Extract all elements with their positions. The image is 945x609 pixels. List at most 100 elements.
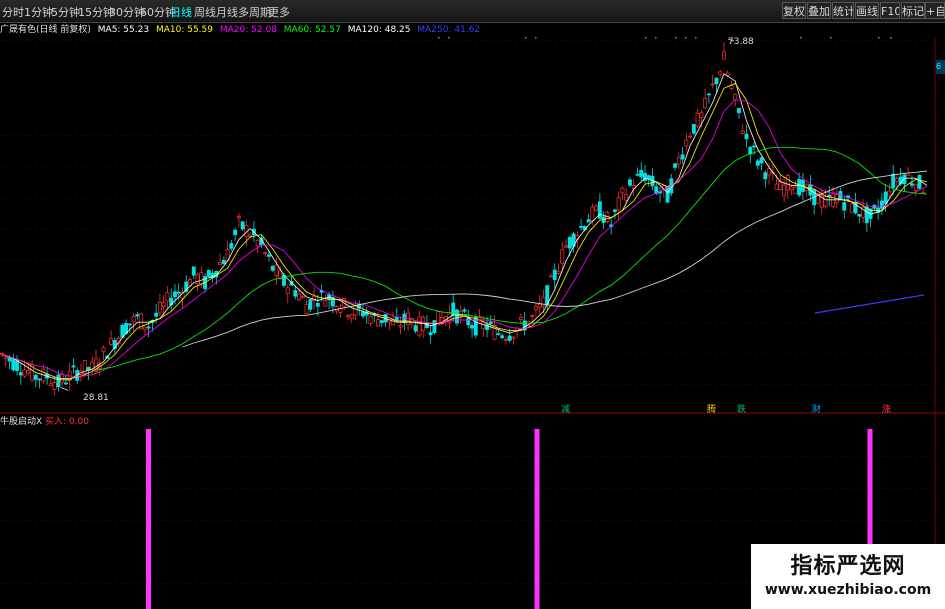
candle-body <box>56 374 61 388</box>
candle-body <box>616 197 621 211</box>
candle-body <box>894 178 899 182</box>
candle-body <box>263 252 268 254</box>
signal-label: 减 <box>561 405 571 415</box>
tab-multi-period[interactable]: 多周期 <box>238 4 271 20</box>
ma-legend: 广晟有色(日线 前复权) MA5: 55.23 MA10: 55.59 MA20… <box>0 23 484 37</box>
candle-body <box>857 214 862 217</box>
candle-body <box>537 303 542 308</box>
buy-signal-bar <box>534 429 540 609</box>
indicator-name[interactable]: 牛股启动X <box>0 417 42 427</box>
candle-body <box>300 296 305 299</box>
candle-body <box>759 157 764 164</box>
candle-body <box>255 239 260 247</box>
candle-body <box>518 316 523 320</box>
candle-body <box>797 179 802 196</box>
candle-body <box>3 356 8 359</box>
ma120-label: MA120: 48.25 <box>347 25 411 35</box>
candle-body <box>297 293 302 300</box>
candle-body <box>910 183 914 186</box>
add-watchlist-button[interactable]: +自选 <box>925 2 945 19</box>
tab-more[interactable]: 更多 <box>268 4 290 20</box>
candle-body <box>883 191 888 204</box>
candle-body <box>308 299 313 310</box>
signal-dot <box>438 37 440 39</box>
kline-chart[interactable] <box>0 37 945 609</box>
signal-dot <box>890 37 892 39</box>
candle-body <box>161 302 166 307</box>
candle-body <box>33 374 38 380</box>
signal-dot <box>830 37 832 39</box>
candle-body <box>221 260 226 265</box>
ma5-line <box>1 73 928 381</box>
candle-body <box>165 292 170 302</box>
candle-body <box>304 304 309 314</box>
adjust-button[interactable]: 复权 <box>782 2 806 19</box>
candle-body <box>173 291 177 297</box>
candle-body <box>567 237 572 249</box>
candle-body <box>199 272 204 285</box>
candle-body <box>793 186 798 194</box>
candle-body <box>913 184 918 192</box>
candle-body <box>842 202 847 211</box>
candle-body <box>470 325 474 329</box>
stock-name[interactable]: 广晟有色(日线 前复权) <box>0 25 91 35</box>
candle-body <box>718 71 723 75</box>
candle-body <box>417 316 422 336</box>
candle-body <box>706 93 711 96</box>
candle-body <box>432 320 437 333</box>
candle-body <box>763 172 768 180</box>
candle-body <box>733 94 738 101</box>
candle-body <box>142 326 147 330</box>
candle-body <box>345 315 350 318</box>
candle-body <box>157 302 162 313</box>
ma20-label: MA20: 52.08 <box>219 25 277 35</box>
candle-body <box>361 311 365 317</box>
tab-5min[interactable]: 5分钟 <box>51 4 80 20</box>
candle-body <box>315 302 320 307</box>
f10-button[interactable]: F10 <box>880 2 900 19</box>
overlay-button[interactable]: 叠加 <box>807 2 831 19</box>
candle-body <box>101 347 106 352</box>
tab-monthly[interactable]: 月线 <box>216 4 238 20</box>
draw-button[interactable]: 画线 <box>855 2 879 19</box>
candle-body <box>18 372 23 376</box>
candle-body <box>823 195 828 207</box>
candle-body <box>15 360 19 371</box>
price-low-label: 28.81 <box>83 393 109 403</box>
candle-body <box>63 382 68 385</box>
watermark-url: www.xuezhibiao.com <box>764 582 932 598</box>
candle-body <box>684 139 689 147</box>
candle-body <box>293 290 298 297</box>
candle-body <box>872 204 877 209</box>
signal-label: 涨 <box>882 405 892 415</box>
candle-body <box>646 175 651 180</box>
mark-button[interactable]: 标记 <box>901 2 925 19</box>
candle-body <box>688 135 693 138</box>
ma5-label: MA5: 55.23 <box>97 25 150 35</box>
candle-body <box>109 338 113 345</box>
candle-body <box>714 77 719 85</box>
candle-body <box>533 306 538 311</box>
watermark: 指标严选网 www.xuezhibiao.com <box>751 544 945 609</box>
tab-daily[interactable]: 日线 <box>170 4 192 20</box>
candle-body <box>752 145 756 148</box>
candle-body <box>233 229 238 236</box>
candle-body <box>131 316 136 323</box>
stats-button[interactable]: 统计 <box>832 2 854 19</box>
candle-body <box>267 254 271 257</box>
candle-body <box>349 314 354 320</box>
tab-intraday[interactable]: 分时 <box>2 4 24 20</box>
tab-1min[interactable]: 1分钟 <box>24 4 53 20</box>
candle-body <box>722 51 726 60</box>
candle-body <box>206 270 211 277</box>
tab-weekly[interactable]: 周线 <box>194 4 216 20</box>
buy-value: 买入: 0.00 <box>45 417 89 427</box>
candle-body <box>11 358 16 371</box>
signal-dot <box>448 37 450 39</box>
candle-body <box>556 270 561 274</box>
candle-body <box>176 291 181 294</box>
candle-body <box>530 315 535 318</box>
candle-body <box>680 154 685 160</box>
candle-body <box>676 157 681 165</box>
candle-body <box>248 234 253 237</box>
